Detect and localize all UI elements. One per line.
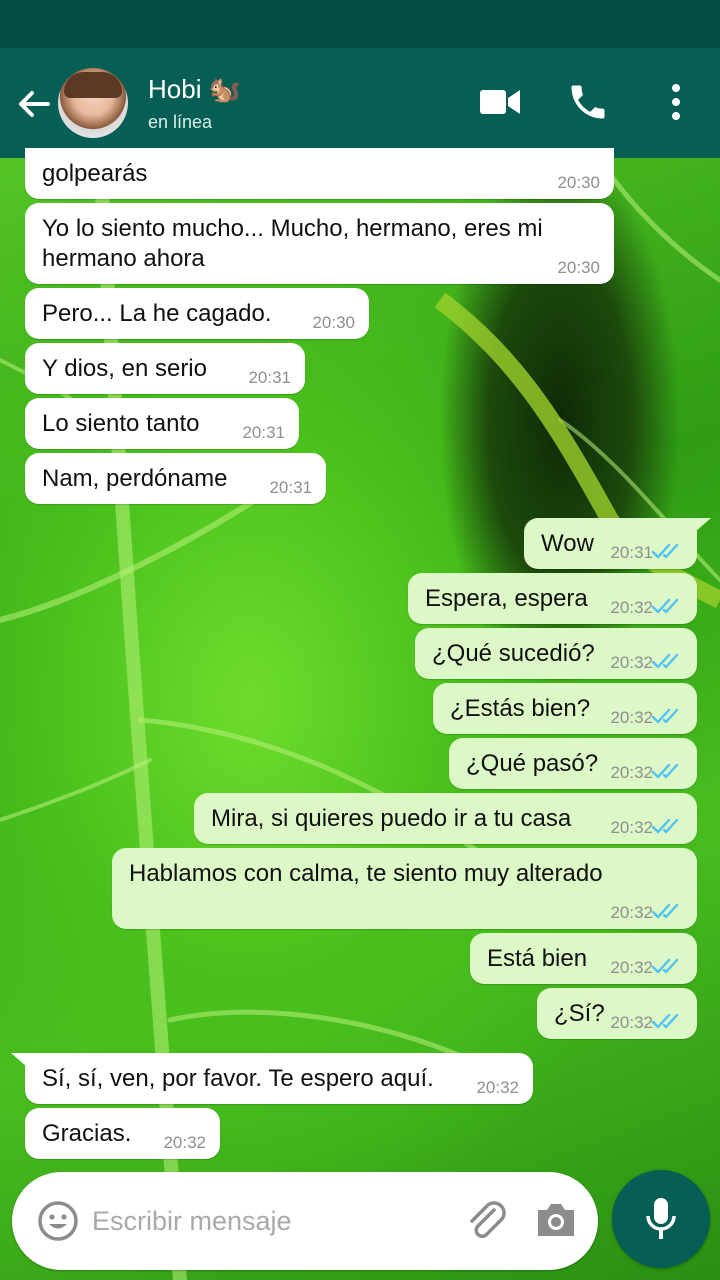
incoming-message[interactable]: Nam, perdóname 20:31	[25, 453, 326, 504]
double-check-icon	[651, 958, 679, 974]
message-time: 20:32	[610, 818, 653, 837]
chat-header: Hobi 🐿️ en línea	[0, 48, 720, 158]
message-time: 20:32	[610, 958, 653, 977]
message-text: Wow	[541, 530, 594, 557]
avatar[interactable]	[58, 68, 128, 138]
message-text: Está bien	[487, 945, 588, 972]
message-time: 20:30	[557, 173, 600, 192]
outgoing-message[interactable]: ¿Qué pasó? 20:32	[449, 738, 697, 789]
message-time: 20:31	[269, 478, 312, 497]
message-time: 20:32	[610, 903, 653, 922]
message-text: Espera, espera	[425, 585, 588, 612]
message-text: golpearás	[42, 160, 148, 187]
message-time: 20:32	[610, 763, 653, 782]
arrow-left-icon	[19, 91, 50, 117]
outgoing-message[interactable]: ¿Estás bien? 20:32	[433, 683, 697, 734]
double-check-icon	[651, 543, 679, 559]
incoming-message[interactable]: golpearás 20:30	[25, 148, 614, 199]
voice-call-button[interactable]	[566, 80, 610, 129]
double-check-icon	[651, 763, 679, 779]
double-check-icon	[651, 903, 679, 919]
double-check-icon	[651, 598, 679, 614]
message-time: 20:32	[610, 598, 653, 617]
message-text: Y dios, en serio	[42, 355, 207, 382]
back-button[interactable]	[14, 84, 54, 124]
bubble-tail	[695, 518, 711, 532]
message-text: Gracias.	[42, 1120, 132, 1147]
outgoing-message[interactable]: Espera, espera 20:32	[408, 573, 697, 624]
message-text: Hablamos con calma, te siento muy altera…	[129, 860, 603, 887]
message-text: ¿Estás bien?	[450, 695, 591, 722]
message-text: Nam, perdóname	[42, 465, 228, 492]
microphone-icon	[646, 1198, 676, 1239]
outgoing-message[interactable]: ¿Qué sucedió? 20:32	[415, 628, 697, 679]
status-bar	[0, 0, 720, 48]
message-time: 20:30	[557, 258, 600, 277]
message-time: 20:31	[610, 543, 653, 562]
message-time: 20:31	[242, 423, 285, 442]
incoming-message[interactable]: Gracias. 20:32	[25, 1108, 220, 1159]
emoji-icon[interactable]	[37, 1200, 79, 1242]
bubble-tail	[11, 1053, 27, 1067]
message-time: 20:32	[163, 1133, 206, 1152]
message-text: ¿Sí?	[554, 1000, 605, 1027]
more-options-button[interactable]	[664, 82, 688, 127]
incoming-message[interactable]: Yo lo siento mucho... Mucho, hermano, er…	[25, 203, 614, 284]
outgoing-message[interactable]: ¿Sí? 20:32	[537, 988, 697, 1039]
outgoing-message[interactable]: Wow 20:31	[524, 518, 711, 569]
incoming-message[interactable]: Pero... La he cagado. 20:30	[25, 288, 369, 339]
message-text: Yo lo siento mucho... Mucho, hermano, er…	[42, 215, 543, 272]
message-text: Pero... La he cagado.	[42, 300, 272, 327]
message-time: 20:32	[610, 653, 653, 672]
double-check-icon	[651, 818, 679, 834]
message-text: ¿Qué pasó?	[466, 750, 599, 777]
message-text: Mira, si quieres puedo ir a tu casa	[211, 805, 572, 832]
message-time: 20:32	[476, 1078, 519, 1097]
outgoing-message[interactable]: Mira, si quieres puedo ir a tu casa 20:32	[194, 793, 697, 844]
video-camera-icon	[480, 90, 520, 114]
double-check-icon	[651, 1013, 679, 1029]
double-check-icon	[651, 653, 679, 669]
incoming-message[interactable]: Sí, sí, ven, por favor. Te espero aquí. 2…	[11, 1053, 533, 1104]
incoming-message[interactable]: Y dios, en serio 20:31	[25, 343, 305, 394]
double-check-icon	[651, 708, 679, 724]
contact-name[interactable]: Hobi 🐿️	[148, 74, 241, 105]
paperclip-icon[interactable]	[464, 1198, 510, 1244]
message-time: 20:32	[610, 1013, 653, 1032]
camera-icon[interactable]	[534, 1200, 578, 1240]
voice-note-button[interactable]	[612, 1170, 710, 1268]
phone-icon	[571, 85, 605, 119]
message-time: 20:32	[610, 708, 653, 727]
contact-status: en línea	[148, 112, 213, 132]
outgoing-message[interactable]: Hablamos con calma, te siento muy altera…	[112, 848, 697, 929]
message-text: Lo siento tanto	[42, 410, 200, 437]
message-text: Sí, sí, ven, por favor. Te espero aquí.	[42, 1065, 434, 1092]
message-time: 20:30	[312, 313, 355, 332]
more-vert-icon	[672, 84, 680, 120]
video-call-button[interactable]	[478, 84, 522, 125]
message-text: ¿Qué sucedió?	[432, 640, 595, 667]
incoming-message[interactable]: Lo siento tanto 20:31	[25, 398, 299, 449]
outgoing-message[interactable]: Está bien 20:32	[470, 933, 697, 984]
message-input[interactable]: Escribir mensaje	[92, 1206, 292, 1237]
message-time: 20:31	[248, 368, 291, 387]
message-composer[interactable]: Escribir mensaje	[12, 1172, 598, 1270]
